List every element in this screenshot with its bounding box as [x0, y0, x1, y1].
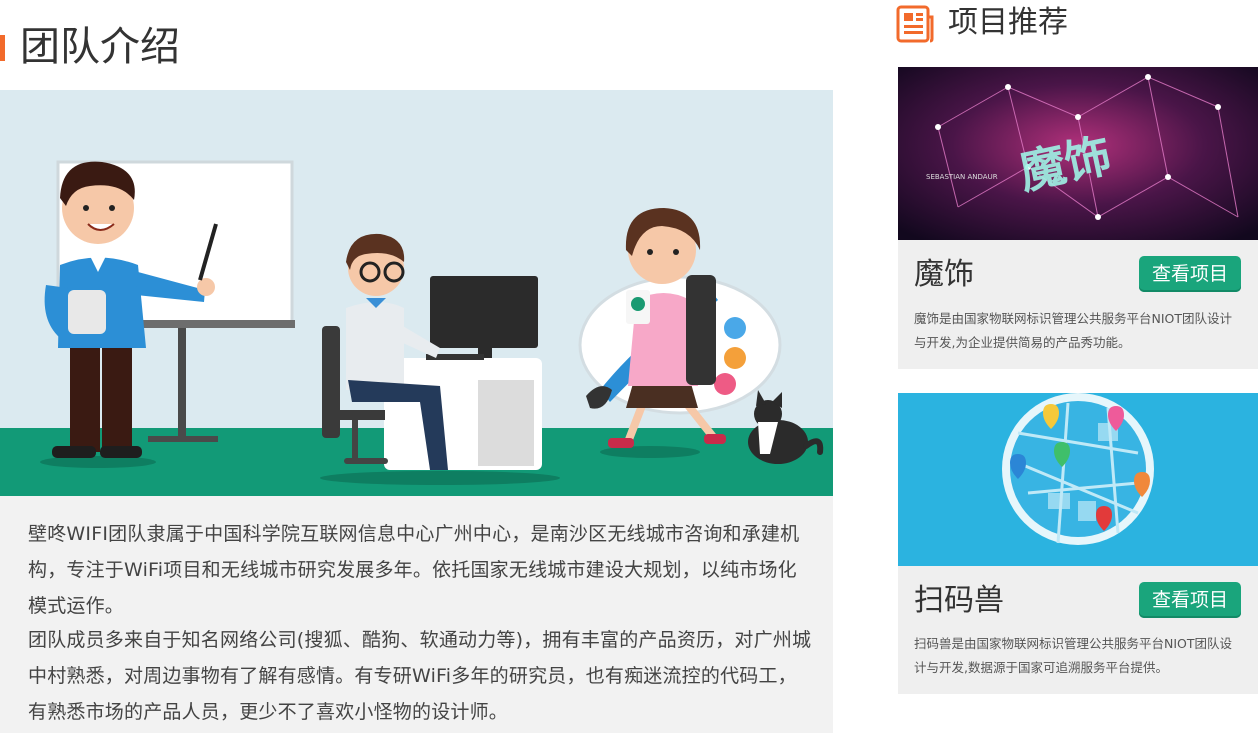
project-image-moshi[interactable]: 魔饰 SEBASTIAN ANDAUR [898, 67, 1258, 240]
team-title: 团队介绍 [20, 24, 180, 70]
team-description: 壁咚WIFI团队隶属于中国科学院互联网信息中心广州中心，是南沙区无线城市咨询和承… [0, 496, 833, 733]
image-credit-text: SEBASTIAN ANDAUR [926, 173, 998, 181]
project-image-saomashou[interactable] [898, 393, 1258, 566]
heading-accent-bar [0, 35, 5, 61]
document-icon [896, 5, 934, 43]
project-description: 魔饰是由国家物联网标识管理公共服务平台NIOT团队设计与开发,为企业提供简易的产… [914, 311, 1233, 350]
project-card-moshi: 魔饰 SEBASTIAN ANDAUR 魔饰 查看项目 魔饰是由国家物联网标识管… [898, 67, 1258, 369]
view-project-button[interactable]: 查看项目 [1139, 582, 1241, 618]
project-name: 扫码兽 [914, 583, 1004, 618]
team-paragraph-1: 壁咚WIFI团队隶属于中国科学院互联网信息中心广州中心，是南沙区无线城市咨询和承… [28, 523, 800, 617]
project-description: 扫码兽是由国家物联网标识管理公共服务平台NIOT团队设计与开发,数据源于国家可追… [914, 636, 1233, 675]
team-paragraph-2: 团队成员多来自于知名网络公司(搜狐、酷狗、软通动力等)，拥有丰富的产品资历，对广… [28, 629, 812, 723]
recommend-title: 项目推荐 [948, 5, 1068, 40]
project-card-saomashou: 扫码兽 查看项目 扫码兽是由国家物联网标识管理公共服务平台NIOT团队设计与开发… [898, 393, 1258, 694]
view-project-button[interactable]: 查看项目 [1139, 256, 1241, 292]
project-name: 魔饰 [914, 257, 974, 292]
team-illustration [0, 90, 833, 496]
